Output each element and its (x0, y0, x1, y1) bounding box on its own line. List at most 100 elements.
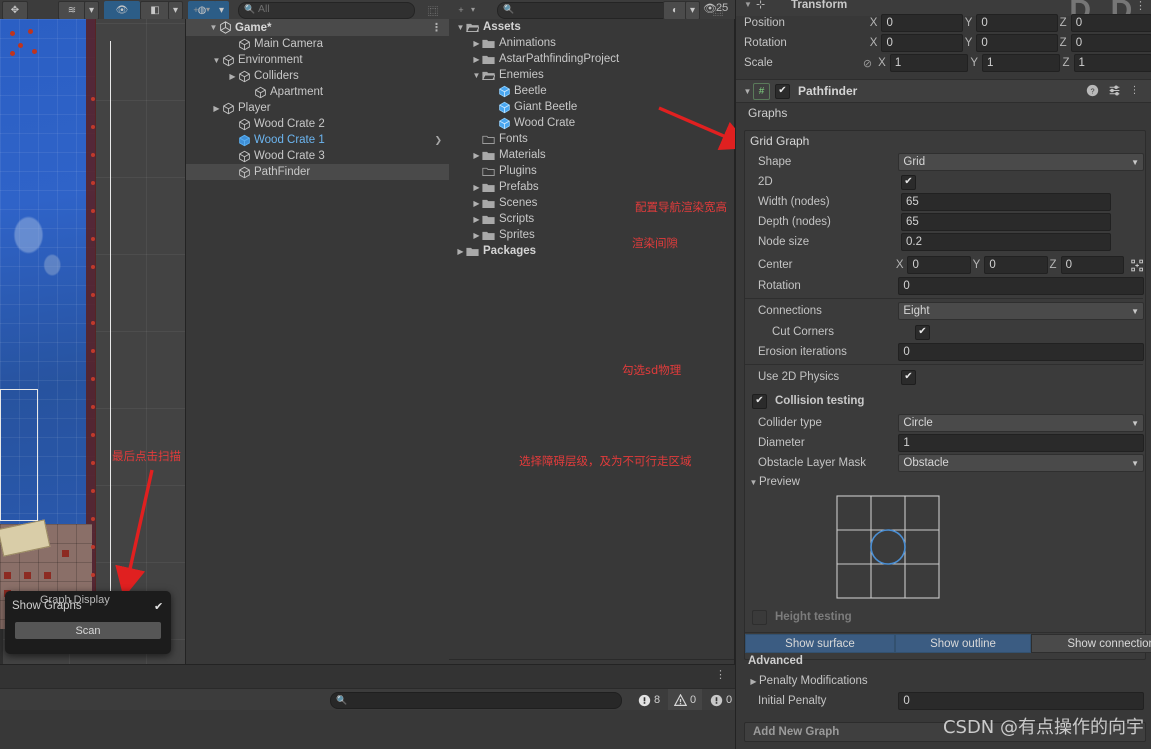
shading-dropdown-icon[interactable]: ▾ (168, 1, 183, 20)
expand-icon[interactable]: ▶ (471, 211, 482, 227)
project-splitter[interactable] (449, 659, 734, 660)
scale-x-input[interactable]: 1 (889, 54, 969, 72)
pathfinder-expand-icon[interactable]: ▼ (742, 83, 753, 99)
shape-dropdown[interactable]: Grid ▼ (898, 153, 1144, 171)
expand-icon[interactable] (227, 36, 238, 52)
center-y-input[interactable]: 0 (984, 256, 1048, 274)
rotation-x-input[interactable]: 0 (881, 34, 963, 52)
grid-node-size-input[interactable]: 0.2 (901, 233, 1111, 251)
position-z-input[interactable]: 0 (1070, 14, 1151, 32)
cut-corners-checkbox[interactable]: ✔ (915, 324, 930, 340)
project-item-beetle[interactable]: Beetle (449, 83, 734, 99)
expand-icon[interactable]: ▼ (455, 19, 466, 35)
grid-depth-nodes-input[interactable]: 65 (901, 213, 1111, 231)
project-plus-caret-icon[interactable]: ▾ (467, 5, 479, 14)
toolbar-extra-button[interactable]: ◐ (663, 1, 687, 20)
expand-icon[interactable]: ▶ (471, 227, 482, 243)
penalty-modifications-expand-icon[interactable]: ▶ (748, 673, 759, 689)
rotation-z-input[interactable]: 0 (1070, 34, 1151, 52)
expand-icon[interactable] (471, 163, 482, 179)
preset-icon[interactable] (1107, 83, 1122, 98)
expand-icon[interactable]: ▶ (471, 51, 482, 67)
graph-display-popup[interactable]: Graph Display Show Graphs ✔ Scan (5, 591, 171, 654)
layers-dropdown-icon[interactable]: ▾ (84, 1, 99, 20)
toolbar-visibility-icon[interactable]: 👁 (703, 2, 717, 15)
collider-type-dropdown[interactable]: Circle ▼ (898, 414, 1144, 432)
hierarchy-plus-icon[interactable]: + (190, 5, 202, 15)
project-plus-icon[interactable]: + (455, 5, 467, 15)
transform-expand-icon[interactable]: ▼ (744, 0, 752, 9)
expand-icon[interactable]: ▶ (471, 179, 482, 195)
expand-icon[interactable] (487, 115, 498, 131)
expand-icon[interactable] (227, 164, 238, 180)
graph-rotation-input[interactable]: 0 (898, 277, 1144, 295)
help-icon[interactable]: ? (1085, 83, 1100, 98)
pathfinder-component-header[interactable]: ▼ # ✔ Pathfinder ? ⋮ (736, 79, 1151, 103)
expand-icon[interactable]: ▶ (227, 68, 238, 84)
project-item-prefabs[interactable]: ▶ Prefabs (449, 179, 734, 195)
diameter-input[interactable]: 1 (898, 434, 1144, 452)
layers-tool-button[interactable]: ≋ (58, 1, 86, 20)
expand-icon[interactable]: ▶ (211, 100, 222, 116)
height-testing-checkbox[interactable] (752, 609, 767, 625)
shading-mode-button[interactable]: ◧ (140, 1, 170, 20)
scale-z-input[interactable]: 1 (1073, 54, 1151, 72)
connections-dropdown[interactable]: Eight ▼ (898, 302, 1144, 320)
console-menu-icon[interactable]: ⋮ (715, 668, 726, 681)
expand-icon[interactable]: ▶ (471, 35, 482, 51)
expand-icon[interactable]: ▼ (471, 67, 482, 83)
penalty-modifications-row[interactable]: ▶ Penalty Modifications (748, 673, 867, 689)
hierarchy-context-menu-icon[interactable]: ⋮ (431, 21, 442, 34)
position-y-input[interactable]: 0 (976, 14, 1058, 32)
hierarchy-item-main-camera[interactable]: Main Camera (186, 36, 450, 52)
console-log-count[interactable]: 8 (632, 689, 666, 711)
initial-penalty-input[interactable]: 0 (898, 692, 1144, 710)
component-menu-icon[interactable]: ⋮ (1127, 83, 1142, 98)
expand-icon[interactable]: ▶ (471, 147, 482, 163)
collision-testing-checkbox[interactable]: ✔ (752, 393, 767, 409)
expand-icon[interactable] (227, 132, 238, 148)
console-warning-count[interactable]: 0 (668, 689, 703, 711)
hierarchy-item-wood-crate-1[interactable]: Wood Crate 1 ❯ (186, 132, 450, 148)
project-item-plugins[interactable]: Plugins (449, 163, 734, 179)
scan-button[interactable]: Scan (15, 622, 161, 639)
center-x-input[interactable]: 0 (907, 256, 971, 274)
show-graphs-check-icon[interactable]: ✔ (154, 600, 163, 613)
button-show-connections[interactable]: Show connections (1031, 634, 1151, 653)
hierarchy-layout-icon[interactable]: ⿴ (428, 3, 438, 18)
project-item-sprites[interactable]: ▶ Sprites (449, 227, 734, 243)
expand-icon[interactable]: ▼ (211, 52, 222, 68)
gizmos-toggle-button[interactable]: 👁 (104, 1, 140, 20)
expand-icon[interactable] (227, 116, 238, 132)
grid-width-nodes-input[interactable]: 65 (901, 193, 1111, 211)
hierarchy-item-player[interactable]: ▶ Player (186, 100, 450, 116)
project-item-animations[interactable]: ▶ Animations (449, 35, 734, 51)
rotation-y-input[interactable]: 0 (976, 34, 1058, 52)
hierarchy-item-pathfinder[interactable]: PathFinder (186, 164, 450, 180)
expand-icon[interactable] (243, 84, 254, 100)
toolbar-extra-dropdown-icon[interactable]: ▾ (685, 1, 700, 20)
erosion-input[interactable]: 0 (898, 343, 1144, 361)
button-show-surface[interactable]: Show surface (745, 634, 895, 653)
preview-row[interactable]: ▼ Preview (748, 474, 800, 490)
hierarchy-item-wood-crate-3[interactable]: Wood Crate 3 (186, 148, 450, 164)
hierarchy-item-colliders[interactable]: ▶ Colliders (186, 68, 450, 84)
scene-expand-icon[interactable]: ▼ (208, 20, 219, 36)
console-search-input[interactable] (330, 692, 622, 709)
hierarchy-plus-caret-icon[interactable]: ▾ (202, 5, 214, 14)
expand-icon[interactable]: ▶ (455, 243, 466, 259)
expand-icon[interactable] (487, 83, 498, 99)
center-z-input[interactable]: 0 (1060, 256, 1124, 274)
hierarchy-item-environment[interactable]: ▼ Environment (186, 52, 450, 68)
hierarchy-scene-row[interactable]: ▼ Game* ⋮ (186, 19, 450, 36)
scale-y-input[interactable]: 1 (981, 54, 1061, 72)
expand-icon[interactable]: ▶ (471, 195, 482, 211)
hand-tool-button[interactable]: ✥ (2, 1, 28, 20)
obstacle-layer-mask-dropdown[interactable]: Obstacle ▼ (898, 454, 1144, 472)
console-error-count[interactable]: 0 (704, 689, 738, 711)
project-item-enemies[interactable]: ▼ Enemies (449, 67, 734, 83)
preview-expand-icon[interactable]: ▼ (748, 474, 759, 490)
hierarchy-item-apartment[interactable]: Apartment (186, 84, 450, 100)
snap-to-scene-icon[interactable] (1130, 258, 1144, 273)
use-2d-physics-checkbox[interactable]: ✔ (901, 369, 916, 385)
